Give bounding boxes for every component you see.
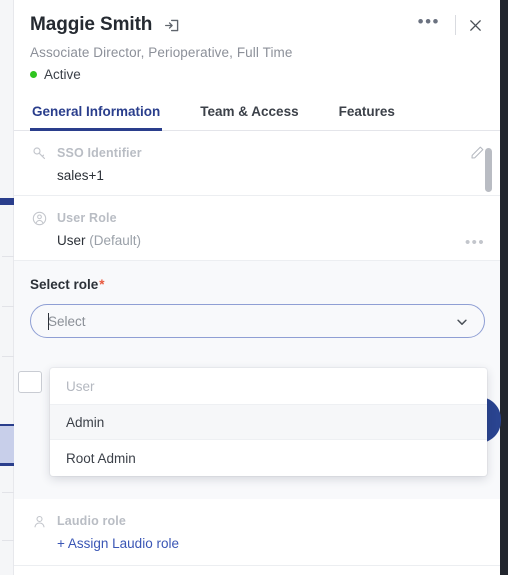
- panel-header: Maggie Smith ••• Associate Director, Per…: [14, 0, 501, 92]
- select-role-placeholder: Select: [48, 313, 86, 329]
- field-sso-identifier: SSO Identifier sales+1: [14, 131, 501, 196]
- background-page-left-edge: [0, 0, 14, 575]
- field-header: SSO Identifier: [30, 144, 485, 162]
- panel-title-row: Maggie Smith •••: [30, 13, 485, 36]
- field-value: sales+1: [57, 168, 104, 183]
- background-divider: [2, 256, 14, 257]
- status-label: Active: [44, 67, 81, 82]
- select-role-input[interactable]: Select: [30, 304, 485, 338]
- text-cursor: [48, 313, 49, 330]
- ellipsis-icon[interactable]: •••: [465, 235, 485, 250]
- header-divider: [455, 15, 456, 35]
- select-role-section: Select role* Select User Admin Root Admi…: [14, 261, 501, 499]
- field-value-suffix: (Default): [85, 233, 142, 248]
- pencil-icon[interactable]: [470, 145, 485, 165]
- dropdown-option-admin[interactable]: Admin: [50, 404, 487, 440]
- next-field-partial: [14, 566, 501, 575]
- sign-in-icon[interactable]: [164, 17, 181, 34]
- select-role-label-text: Select role: [30, 277, 99, 292]
- tab-team-access[interactable]: Team & Access: [198, 93, 300, 131]
- key-icon: [30, 144, 48, 162]
- ellipsis-icon[interactable]: •••: [413, 13, 445, 35]
- background-divider: [2, 356, 14, 357]
- select-role-label: Select role*: [30, 277, 485, 292]
- status-dot-icon: [30, 71, 37, 78]
- dropdown-option-root-admin[interactable]: Root Admin: [50, 440, 487, 476]
- page-title: Maggie Smith: [30, 14, 153, 35]
- background-accent-bar: [0, 198, 14, 205]
- select-role-dropdown: User Admin Root Admin: [50, 368, 487, 476]
- user-detail-panel: Maggie Smith ••• Associate Director, Per…: [14, 0, 501, 575]
- field-value-main: User: [57, 233, 86, 248]
- field-header: User Role: [30, 209, 485, 227]
- person-icon: [30, 512, 48, 530]
- tab-bar: General Information Team & Access Featur…: [14, 92, 501, 131]
- tab-features[interactable]: Features: [337, 93, 397, 131]
- background-divider: [2, 306, 14, 307]
- field-value: User (Default): [57, 233, 485, 248]
- background-divider: [2, 540, 14, 541]
- field-label: Laudio role: [57, 514, 127, 528]
- field-label: User Role: [57, 211, 117, 225]
- status-badge: Active: [30, 67, 485, 82]
- background-selected-block: [0, 424, 14, 466]
- background-divider: [2, 492, 14, 493]
- tab-general-information[interactable]: General Information: [30, 93, 163, 131]
- scrollbar-track[interactable]: [485, 0, 500, 575]
- field-header: Laudio role: [30, 512, 485, 530]
- header-actions: •••: [413, 13, 485, 35]
- required-marker: *: [99, 277, 105, 292]
- field-label: SSO Identifier: [57, 146, 142, 160]
- chevron-down-icon[interactable]: [455, 315, 469, 334]
- assign-laudio-role-link[interactable]: + Assign Laudio role: [57, 536, 485, 551]
- window-right-edge: [500, 0, 508, 575]
- occluded-checkbox[interactable]: [18, 371, 42, 393]
- user-circle-icon: [30, 209, 48, 227]
- dropdown-option-user: User: [66, 378, 95, 394]
- app-root: Maggie Smith ••• Associate Director, Per…: [0, 0, 508, 575]
- field-laudio-role: Laudio role + Assign Laudio role: [14, 499, 501, 566]
- job-title: Associate Director, Perioperative, Full …: [30, 45, 293, 60]
- field-user-role: User Role User (Default) •••: [14, 196, 501, 261]
- scrollbar-thumb[interactable]: [485, 148, 492, 192]
- close-icon[interactable]: [466, 16, 485, 35]
